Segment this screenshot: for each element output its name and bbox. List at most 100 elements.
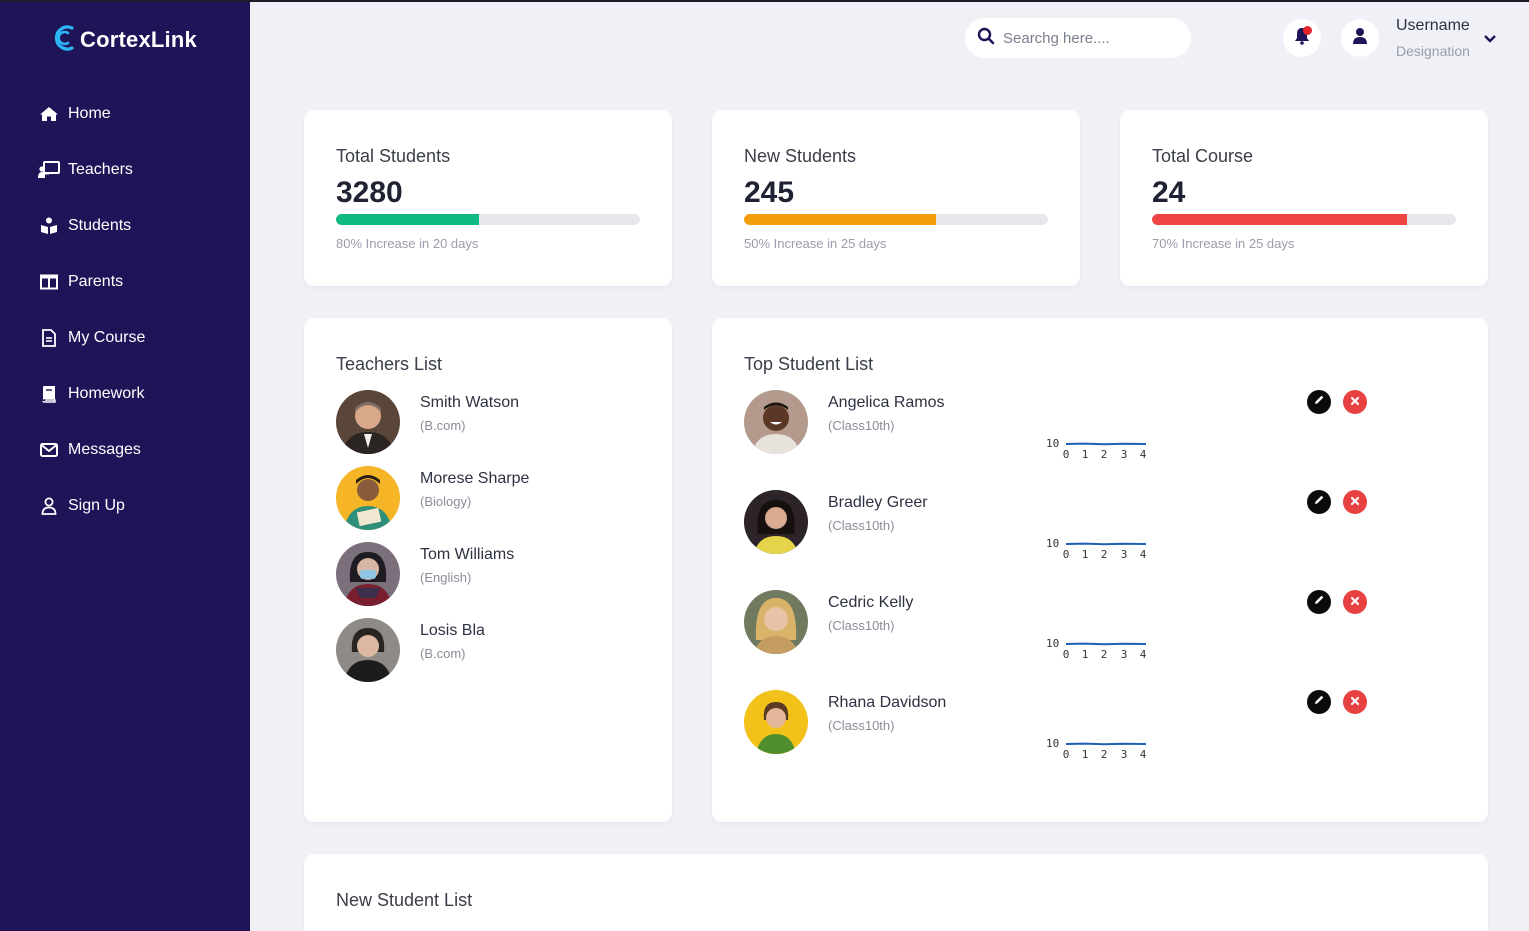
sparkline-x-tick: 3 xyxy=(1121,548,1128,561)
notification-badge xyxy=(1303,26,1312,35)
sidebar-item-label: Students xyxy=(68,217,132,234)
sparkline-x-tick: 0 xyxy=(1063,548,1070,561)
close-icon xyxy=(1350,393,1360,411)
avatar xyxy=(744,490,808,554)
sparkline-y-tick: 10 xyxy=(1046,637,1059,650)
avatar xyxy=(744,390,808,454)
progress-fill xyxy=(1152,214,1408,225)
avatar xyxy=(336,542,400,606)
stat-note: 70% Increase in 25 days xyxy=(1152,236,1295,251)
list-item[interactable]: Bradley Greer (Class10th) xyxy=(744,490,928,554)
delete-button[interactable] xyxy=(1343,490,1367,514)
logo-icon xyxy=(52,23,76,58)
list-item[interactable]: Cedric Kelly (Class10th) xyxy=(744,590,913,654)
sidebar-item-teachers[interactable]: Teachers xyxy=(38,156,145,184)
avatar xyxy=(336,618,400,682)
sidebar-item-label: Home xyxy=(68,105,111,122)
notification-button[interactable] xyxy=(1283,19,1321,57)
sparkline-x-tick: 3 xyxy=(1121,448,1128,461)
sparkline-x-tick: 4 xyxy=(1140,648,1147,661)
edit-button[interactable] xyxy=(1307,690,1331,714)
sidebar-item-sign-up[interactable]: Sign Up xyxy=(38,492,145,520)
sidebar-item-label: Teachers xyxy=(68,161,133,178)
delete-button[interactable] xyxy=(1343,390,1367,414)
stat-note: 50% Increase in 25 days xyxy=(744,236,887,251)
list-item[interactable]: Losis Bla (B.com) xyxy=(336,618,485,682)
list-item[interactable]: Tom Williams (English) xyxy=(336,542,514,606)
brand-logo[interactable]: CortexLink xyxy=(52,24,197,56)
sidebar-item-my-course[interactable]: My Course xyxy=(38,324,145,352)
sparkline-x-tick: 2 xyxy=(1101,448,1108,461)
student-name: Bradley Greer xyxy=(828,494,928,511)
sparkline-x-tick: 4 xyxy=(1140,548,1147,561)
sparkline-x-tick: 4 xyxy=(1140,448,1147,461)
sparkline-x-tick: 2 xyxy=(1101,748,1108,761)
avatar xyxy=(336,390,400,454)
sidebar-item-parents[interactable]: Parents xyxy=(38,268,145,296)
student-class: (Class10th) xyxy=(828,618,895,633)
sparkline-line xyxy=(1065,642,1147,646)
home-icon xyxy=(38,105,60,123)
sparkline-chart: 10 0 1 2 3 4 xyxy=(1046,437,1147,461)
document-icon xyxy=(38,329,60,347)
sidebar-nav: Home Teachers Students Parents My Course xyxy=(38,100,145,548)
avatar xyxy=(336,466,400,530)
progress-fill xyxy=(744,214,936,225)
sparkline-chart: 10 0 1 2 3 4 xyxy=(1046,537,1147,561)
sidebar-item-messages[interactable]: Messages xyxy=(38,436,145,464)
top-student-list-card: Top Student List Angelica Ramos (Class10… xyxy=(712,318,1488,822)
list-item[interactable]: Angelica Ramos (Class10th) xyxy=(744,390,945,454)
new-student-list-card: New Student List xyxy=(304,854,1488,931)
sparkline-x-tick: 0 xyxy=(1063,448,1070,461)
teacher-subject: (Biology) xyxy=(420,494,472,509)
sparkline-line xyxy=(1065,442,1147,446)
sparkline-y-tick: 10 xyxy=(1046,437,1059,450)
sidebar: CortexLink Home Teachers Students Parent… xyxy=(0,0,250,931)
parents-icon xyxy=(38,273,60,291)
delete-button[interactable] xyxy=(1343,690,1367,714)
teacher-board-icon xyxy=(38,161,60,179)
sparkline-y-tick: 10 xyxy=(1046,737,1059,750)
teacher-name: Morese Sharpe xyxy=(420,470,530,487)
user-designation: Designation xyxy=(1396,43,1470,59)
section-title: New Student List xyxy=(336,890,473,910)
sidebar-item-label: My Course xyxy=(68,329,146,346)
sparkline-line xyxy=(1065,542,1147,546)
user-icon xyxy=(38,497,60,515)
stat-value: 24 xyxy=(1152,176,1186,209)
edit-button[interactable] xyxy=(1307,390,1331,414)
teacher-name: Losis Bla xyxy=(420,622,485,639)
sparkline-chart: 10 0 1 2 3 4 xyxy=(1046,637,1147,661)
book-icon xyxy=(38,385,60,403)
teacher-name: Tom Williams xyxy=(420,546,515,563)
edit-button[interactable] xyxy=(1307,490,1331,514)
sidebar-item-homework[interactable]: Homework xyxy=(38,380,145,408)
progress-bar xyxy=(336,214,640,225)
delete-button[interactable] xyxy=(1343,590,1367,614)
sidebar-item-label: Parents xyxy=(68,273,124,290)
chevron-down-icon[interactable] xyxy=(1483,31,1497,49)
user-avatar[interactable] xyxy=(1341,19,1379,57)
search-input[interactable] xyxy=(1003,29,1173,47)
list-item[interactable]: Smith Watson (B.com) xyxy=(336,390,519,454)
list-item[interactable]: Rhana Davidson (Class10th) xyxy=(744,690,946,754)
sidebar-item-label: Sign Up xyxy=(68,497,125,514)
stat-value: 3280 xyxy=(336,176,403,209)
section-title: Teachers List xyxy=(336,354,443,374)
teachers-list-card: Teachers List Smith Watson (B.com) Mores… xyxy=(304,318,672,822)
search-icon xyxy=(977,27,995,50)
sparkline-x-tick: 3 xyxy=(1121,648,1128,661)
sidebar-item-home[interactable]: Home xyxy=(38,100,145,128)
sparkline-line xyxy=(1065,742,1147,746)
search-bar[interactable] xyxy=(965,18,1191,58)
user-name[interactable]: Username xyxy=(1396,17,1470,35)
teacher-subject: (B.com) xyxy=(420,646,466,661)
sparkline-x-tick: 1 xyxy=(1082,748,1089,761)
envelope-icon xyxy=(38,441,60,459)
list-item[interactable]: Morese Sharpe (Biology) xyxy=(336,466,529,530)
sidebar-item-students[interactable]: Students xyxy=(38,212,145,240)
edit-button[interactable] xyxy=(1307,590,1331,614)
sparkline-y-tick: 10 xyxy=(1046,537,1059,550)
sparkline-x-tick: 1 xyxy=(1082,448,1089,461)
close-icon xyxy=(1350,593,1360,611)
